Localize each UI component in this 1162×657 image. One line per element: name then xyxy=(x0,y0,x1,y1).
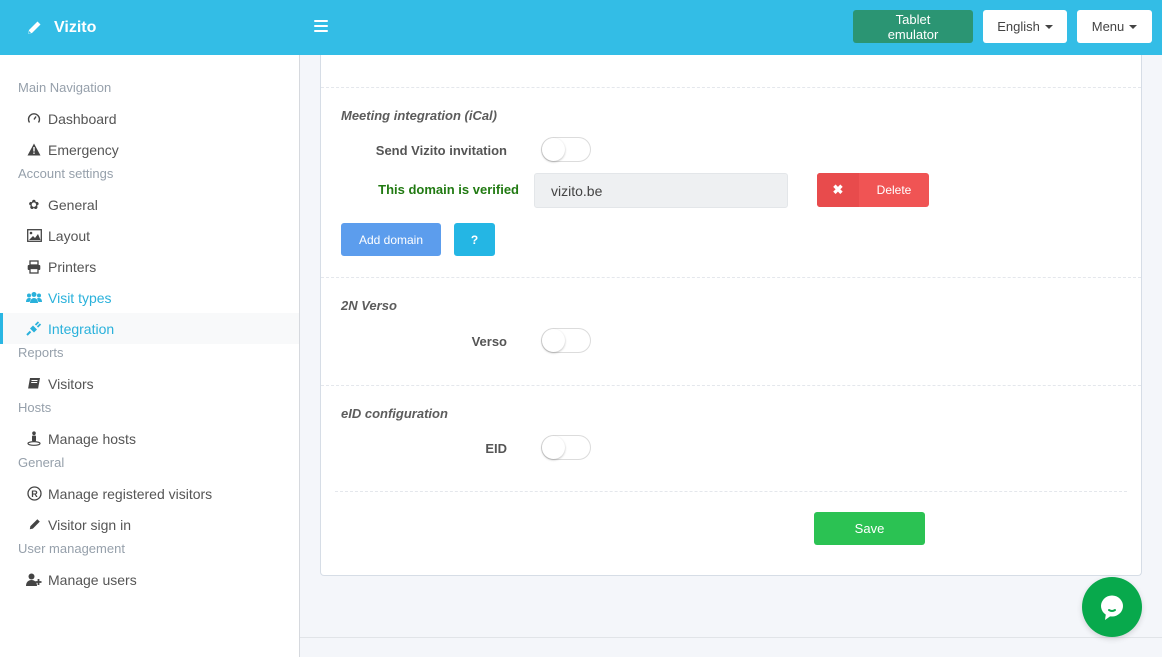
sidebar-item-manage-hosts[interactable]: Manage hosts xyxy=(0,423,299,454)
integration-panel: Meeting integration (iCal) Send Vizito i… xyxy=(320,55,1142,576)
host-icon xyxy=(26,431,42,447)
sidebar-section-title: Reports xyxy=(18,345,64,360)
verso-label: Verso xyxy=(471,334,507,349)
sidebar-item-dashboard[interactable]: Dashboard xyxy=(0,103,299,134)
eid-toggle[interactable] xyxy=(541,435,591,460)
sidebar-item-label: Printers xyxy=(48,258,97,275)
sidebar-item-general[interactable]: ✿ General xyxy=(0,189,299,220)
divider xyxy=(321,385,1141,386)
dashboard-icon xyxy=(26,111,42,127)
sidebar-item-label: Dashboard xyxy=(48,110,117,127)
sidebar-item-label: Emergency xyxy=(48,141,119,158)
sidebar-item-manage-users[interactable]: Manage users xyxy=(0,564,299,595)
sidebar-item-emergency[interactable]: Emergency xyxy=(0,134,299,165)
footer-divider xyxy=(300,637,1162,638)
sidebar-item-integration[interactable]: Integration xyxy=(0,313,299,344)
sidebar-section-title: Main Navigation xyxy=(18,80,112,95)
eid-section-title: eID configuration xyxy=(341,406,448,421)
divider xyxy=(335,491,1127,492)
caret-down-icon xyxy=(1129,24,1138,29)
domain-verified-status: This domain is verified xyxy=(378,182,519,197)
sidebar-item-label: Visit types xyxy=(48,289,112,306)
help-button[interactable]: ? xyxy=(454,223,495,256)
sidebar-item-manage-registered-visitors[interactable]: R Manage registered visitors xyxy=(0,478,299,509)
eid-label: EID xyxy=(485,441,507,456)
sidebar-item-printers[interactable]: Printers xyxy=(0,251,299,282)
sidebar-item-label: Manage hosts xyxy=(48,430,136,447)
main-content: Meeting integration (iCal) Send Vizito i… xyxy=(300,55,1162,657)
brand-name: Vizito xyxy=(54,18,97,36)
brand[interactable]: Vizito xyxy=(0,19,300,37)
save-button[interactable]: Save xyxy=(814,512,925,545)
send-invitation-toggle[interactable] xyxy=(541,137,591,162)
menu-dropdown[interactable]: Menu xyxy=(1077,10,1152,43)
sidebar-item-layout[interactable]: Layout xyxy=(0,220,299,251)
image-icon xyxy=(26,228,42,244)
chat-button[interactable] xyxy=(1082,577,1142,637)
close-icon: ✖ xyxy=(817,173,859,207)
sidebar-item-visit-types[interactable]: Visit types xyxy=(0,282,299,313)
sidebar: Main Navigation Dashboard Emergency Acco… xyxy=(0,55,300,657)
divider xyxy=(321,87,1141,88)
sidebar-item-label: Visitors xyxy=(48,375,94,392)
sidebar-section-title: General xyxy=(18,455,65,470)
sidebar-item-visitor-sign-in[interactable]: Visitor sign in xyxy=(0,509,299,540)
meeting-integration-title: Meeting integration (iCal) xyxy=(341,108,497,123)
sidebar-section-title: User management xyxy=(18,541,125,556)
book-icon xyxy=(26,376,42,392)
delete-label: Delete xyxy=(876,183,912,197)
warning-icon xyxy=(26,142,42,158)
menu-label: Menu xyxy=(1091,19,1125,34)
sidebar-item-label: General xyxy=(48,196,98,213)
divider xyxy=(321,277,1141,278)
sidebar-item-label: Manage registered visitors xyxy=(48,485,213,502)
language-dropdown[interactable]: English xyxy=(983,10,1067,43)
gear-icon: ✿ xyxy=(28,196,40,212)
tablet-emulator-button[interactable]: Tablet emulator xyxy=(853,10,973,43)
user-plus-icon xyxy=(26,572,42,588)
add-domain-button[interactable]: Add domain xyxy=(341,223,441,256)
language-label: English xyxy=(997,19,1040,34)
sidebar-item-visitors[interactable]: Visitors xyxy=(0,368,299,399)
send-invitation-label: Send Vizito invitation xyxy=(375,143,507,158)
top-navbar: Vizito Tablet emulator English Menu xyxy=(0,0,1162,55)
registered-icon: R xyxy=(26,486,42,502)
sidebar-item-label: Integration xyxy=(48,320,115,337)
sidebar-section-title: Hosts xyxy=(18,400,52,415)
users-icon xyxy=(26,290,42,306)
sidebar-item-label: Visitor sign in xyxy=(48,516,132,533)
verso-toggle[interactable] xyxy=(541,328,591,353)
sidebar-item-label: Manage users xyxy=(48,571,137,588)
svg-text:R: R xyxy=(31,489,38,499)
pencil-icon xyxy=(26,517,42,533)
verso-section-title: 2N Verso xyxy=(341,298,397,313)
caret-down-icon xyxy=(1044,24,1053,29)
sidebar-section-title: Account settings xyxy=(18,166,114,181)
plug-icon xyxy=(26,321,42,337)
hamburger-icon[interactable] xyxy=(314,20,328,32)
chat-bubble-icon xyxy=(1101,595,1123,620)
delete-domain-button[interactable]: ✖ Delete xyxy=(817,173,929,207)
sidebar-item-label: Layout xyxy=(48,227,91,244)
pencil-icon xyxy=(28,21,41,34)
domain-input[interactable] xyxy=(534,173,788,208)
printer-icon xyxy=(26,259,42,275)
